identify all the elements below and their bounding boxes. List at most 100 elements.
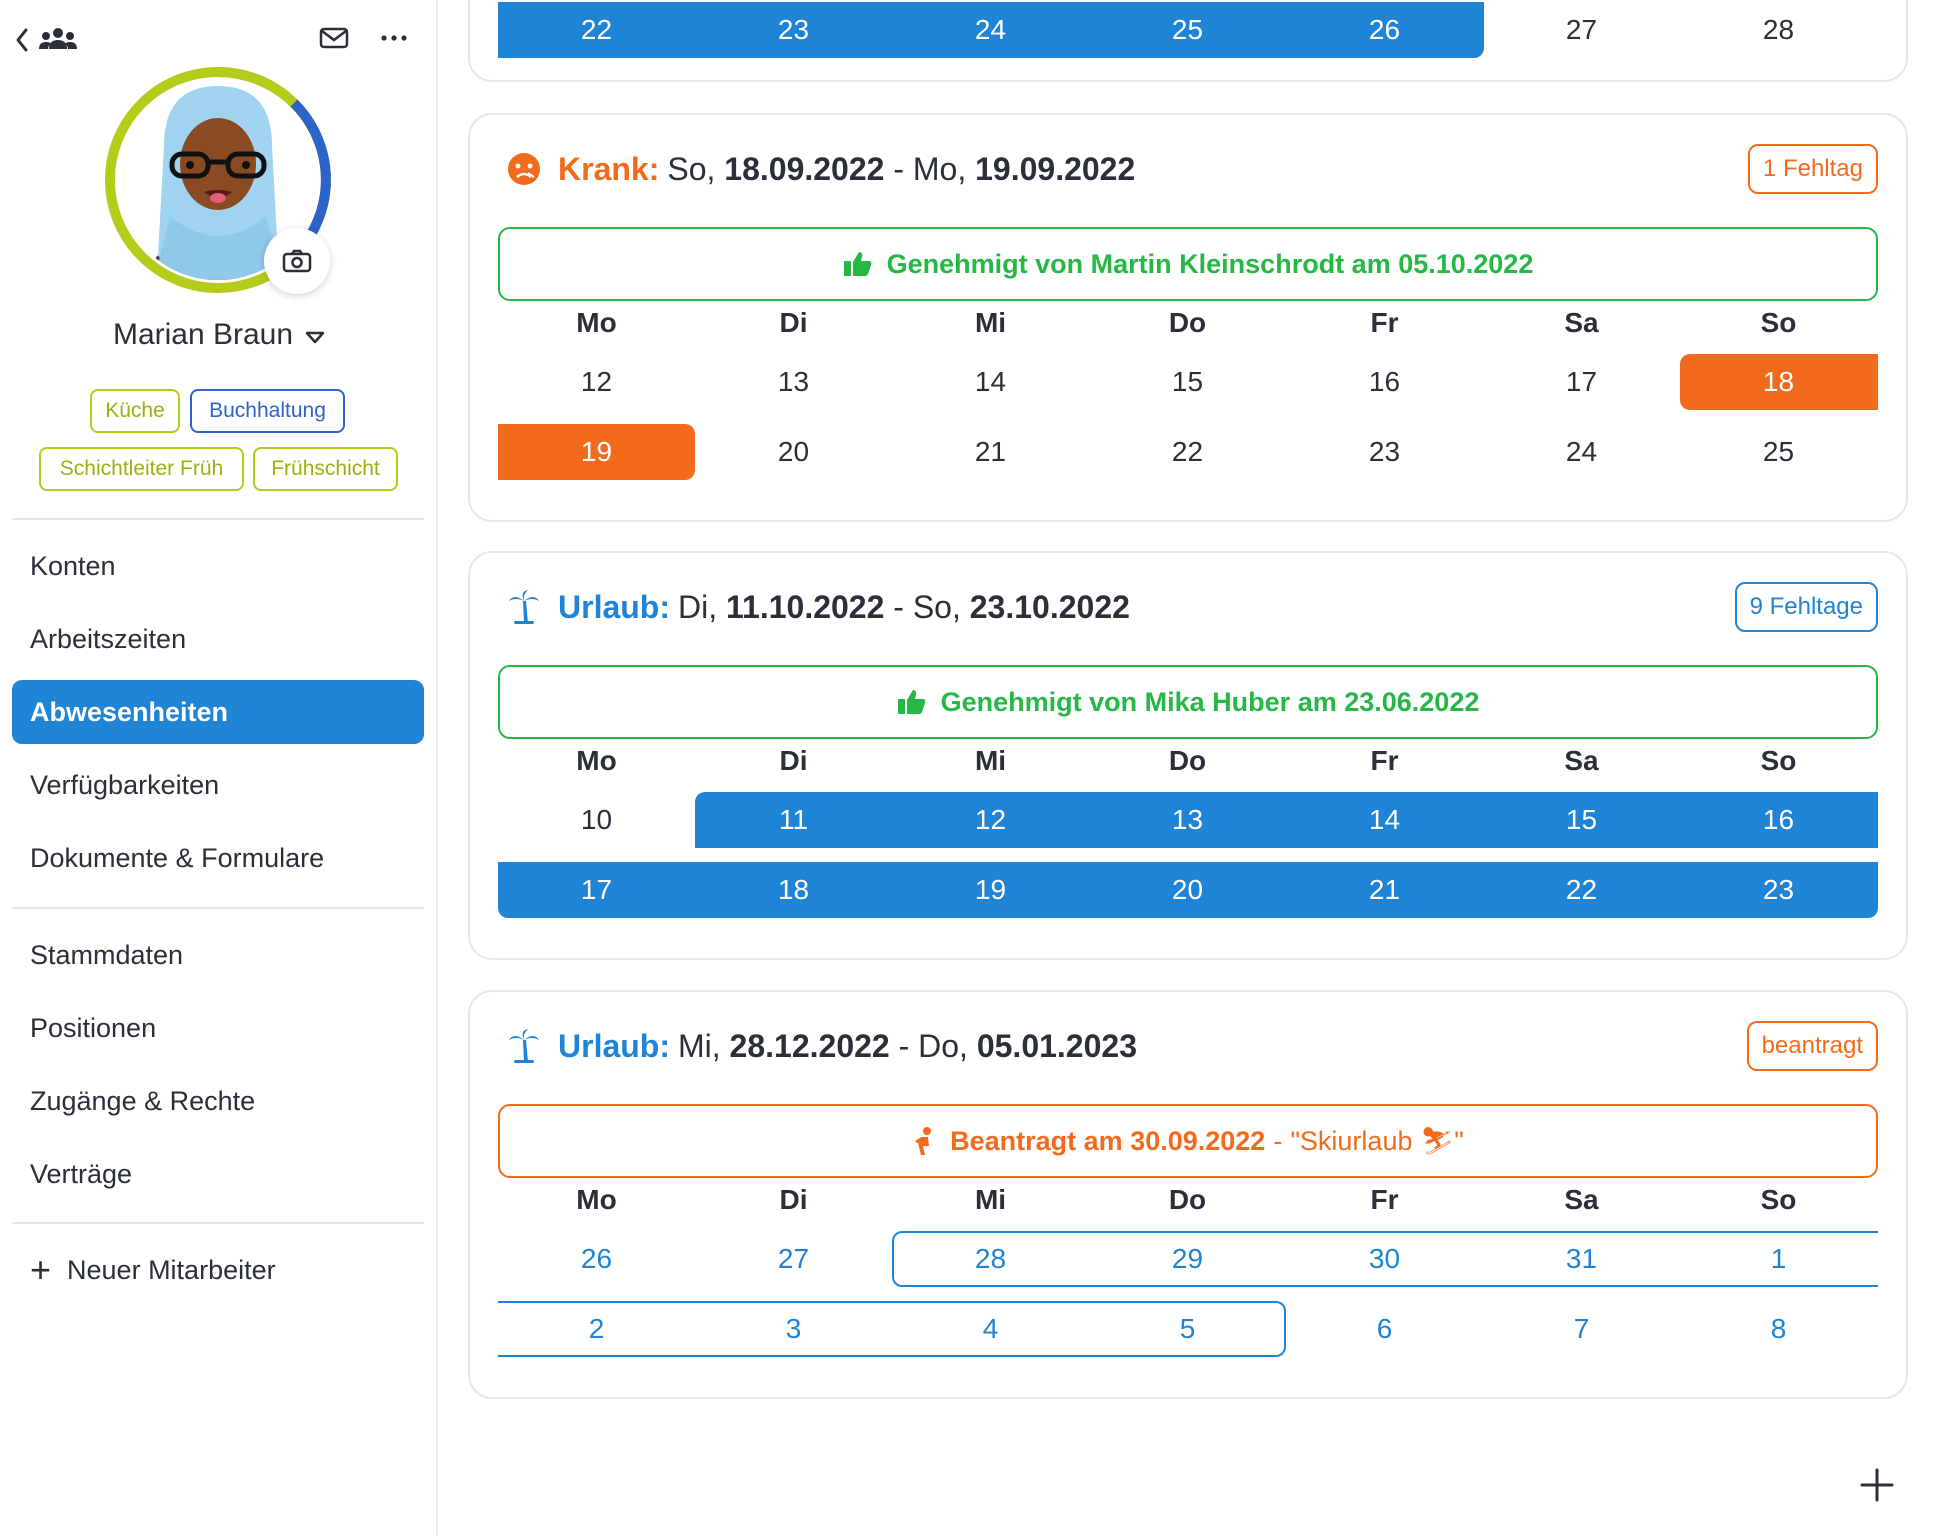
palm-tree-icon <box>506 1028 542 1064</box>
nav-item-positionen[interactable]: Positionen <box>12 996 424 1060</box>
calendar-day[interactable]: 15 <box>1483 792 1680 848</box>
absence-card-vacation-requested[interactable]: Urlaub: Mi, 28.12.2022 - Do, 05.01.2023 … <box>468 990 1908 1399</box>
change-photo-button[interactable] <box>264 228 330 294</box>
calendar-day[interactable]: 13 <box>695 354 892 410</box>
nav-item-verfuegbarkeiten[interactable]: Verfügbarkeiten <box>12 753 424 817</box>
calendar-day[interactable]: 30 <box>1286 1231 1483 1287</box>
nav-item-zugaenge-rechte[interactable]: Zugänge & Rechte <box>12 1069 424 1133</box>
tag-fruehschicht[interactable]: Frühschicht <box>253 447 398 491</box>
calendar-day[interactable]: 22 <box>1483 862 1680 918</box>
to-date: 05.01.2023 <box>976 1027 1137 1064</box>
weekday-header: So <box>1760 307 1797 338</box>
to-weekday: So, <box>912 588 961 625</box>
nav-item-abwesenheiten[interactable]: Abwesenheiten <box>12 680 424 744</box>
tag-schichtleiter-frueh[interactable]: Schichtleiter Früh <box>39 447 244 491</box>
profile-name-dropdown[interactable]: Marian Braun <box>0 318 438 353</box>
calendar-day[interactable]: 14 <box>1286 792 1483 848</box>
calendar-day[interactable]: 28 <box>892 1231 1089 1287</box>
calendar-day[interactable]: 10 <box>498 792 695 848</box>
weekday-header: Sa <box>1564 307 1599 338</box>
weekday-header: Fr <box>1370 307 1399 338</box>
calendar-day[interactable]: 20 <box>1089 862 1286 918</box>
calendar-day[interactable]: 28 <box>1680 2 1877 58</box>
approval-status: Genehmigt von Martin Kleinschrodt am 05.… <box>498 227 1878 301</box>
calendar-day[interactable]: 17 <box>498 862 695 918</box>
calendar-day[interactable]: 26 <box>1286 2 1483 58</box>
calendar-day[interactable]: 31 <box>1483 1231 1680 1287</box>
caret-down-icon <box>305 319 325 353</box>
team-icon <box>39 28 77 49</box>
calendar-day[interactable]: 21 <box>892 424 1089 480</box>
to-weekday: Mo, <box>912 150 967 187</box>
divider <box>12 1222 424 1224</box>
calendar-day[interactable]: 2 <box>498 1301 695 1357</box>
weekday-header: Di <box>779 1184 808 1215</box>
calendar-day[interactable]: 3 <box>695 1301 892 1357</box>
calendar-day[interactable]: 16 <box>1286 354 1483 410</box>
calendar-day[interactable]: 27 <box>695 1231 892 1287</box>
nav-item-arbeitszeiten[interactable]: Arbeitszeiten <box>12 607 424 671</box>
nav-item-konten[interactable]: Konten <box>12 534 424 598</box>
nav-item-vertraege[interactable]: Verträge <box>12 1142 424 1206</box>
calendar-day[interactable]: 18 <box>695 862 892 918</box>
absence-card-sick[interactable]: Krank: So, 18.09.2022 - Mo, 19.09.2022 1… <box>468 113 1908 522</box>
calendar-day[interactable]: 18 <box>1680 354 1877 410</box>
calendar-day[interactable]: 25 <box>1680 424 1877 480</box>
plus-icon: + <box>30 1249 52 1290</box>
calendar-day[interactable]: 19 <box>498 424 695 480</box>
calendar-day[interactable]: 12 <box>498 354 695 410</box>
absence-card-vacation[interactable]: Urlaub: Di, 11.10.2022 - So, 23.10.2022 … <box>468 551 1908 960</box>
calendar-day[interactable]: 27 <box>1483 2 1680 58</box>
calendar-day[interactable]: 22 <box>498 2 695 58</box>
calendar-day[interactable]: 23 <box>695 2 892 58</box>
approval-text: Genehmigt von Mika Huber am 23.06.2022 <box>940 686 1480 717</box>
calendar-day[interactable]: 4 <box>892 1301 1089 1357</box>
range-separator: - <box>893 588 904 625</box>
from-date: 28.12.2022 <box>729 1027 890 1064</box>
calendar-day[interactable]: 17 <box>1483 354 1680 410</box>
calendar-day[interactable]: 23 <box>1286 424 1483 480</box>
more-options-button[interactable] <box>378 24 412 54</box>
from-weekday: Mi, <box>678 1027 721 1064</box>
calendar-day[interactable]: 5 <box>1089 1301 1286 1357</box>
new-employee-button[interactable]: + Neuer Mitarbeiter <box>12 1238 424 1302</box>
tag-kueche[interactable]: Küche <box>90 389 180 433</box>
add-absence-button[interactable] <box>1852 1460 1902 1510</box>
weekday-header: Mo <box>576 1184 617 1215</box>
calendar-day[interactable]: 19 <box>892 862 1089 918</box>
calendar-day[interactable]: 21 <box>1286 862 1483 918</box>
from-weekday: Di, <box>678 588 718 625</box>
calendar-day[interactable]: 13 <box>1089 792 1286 848</box>
calendar-day[interactable]: 24 <box>892 2 1089 58</box>
calendar-day[interactable]: 7 <box>1483 1301 1680 1357</box>
sidebar: Marian Braun Küche Buchhaltung Schichtle… <box>0 0 438 1536</box>
calendar-day[interactable]: 25 <box>1089 2 1286 58</box>
to-weekday: Do, <box>918 1027 968 1064</box>
calendar-day[interactable]: 22 <box>1089 424 1286 480</box>
nav-item-dokumente-formulare[interactable]: Dokumente & Formulare <box>12 826 424 890</box>
weekday-header: Sa <box>1564 1184 1599 1215</box>
request-status: Beantragt am 30.09.2022 - "Skiurlaub ⛷" <box>498 1104 1878 1178</box>
tag-buchhaltung[interactable]: Buchhaltung <box>190 389 345 433</box>
calendar-day[interactable]: 12 <box>892 792 1089 848</box>
back-to-team-button[interactable] <box>14 22 84 58</box>
calendar-day[interactable]: 29 <box>1089 1231 1286 1287</box>
calendar-day[interactable]: 24 <box>1483 424 1680 480</box>
calendar-day[interactable]: 23 <box>1680 862 1877 918</box>
calendar-day[interactable]: 15 <box>1089 354 1286 410</box>
mail-button[interactable] <box>318 24 352 54</box>
calendar-day[interactable]: 14 <box>892 354 1089 410</box>
weekday-header: Mo <box>576 745 617 776</box>
calendar-day[interactable]: 11 <box>695 792 892 848</box>
thumbs-up-icon <box>843 250 873 278</box>
person-kneeling-icon <box>912 1126 936 1156</box>
calendar-day[interactable]: 16 <box>1680 792 1877 848</box>
request-note: "Skiurlaub ⛷" <box>1290 1126 1464 1156</box>
calendar-day[interactable]: 6 <box>1286 1301 1483 1357</box>
calendar-day[interactable]: 26 <box>498 1231 695 1287</box>
calendar-day[interactable]: 8 <box>1680 1301 1877 1357</box>
nav-item-stammdaten[interactable]: Stammdaten <box>12 923 424 987</box>
calendar-day[interactable]: 20 <box>695 424 892 480</box>
calendar-day[interactable]: 1 <box>1680 1231 1877 1287</box>
from-date: 11.10.2022 <box>726 588 885 625</box>
